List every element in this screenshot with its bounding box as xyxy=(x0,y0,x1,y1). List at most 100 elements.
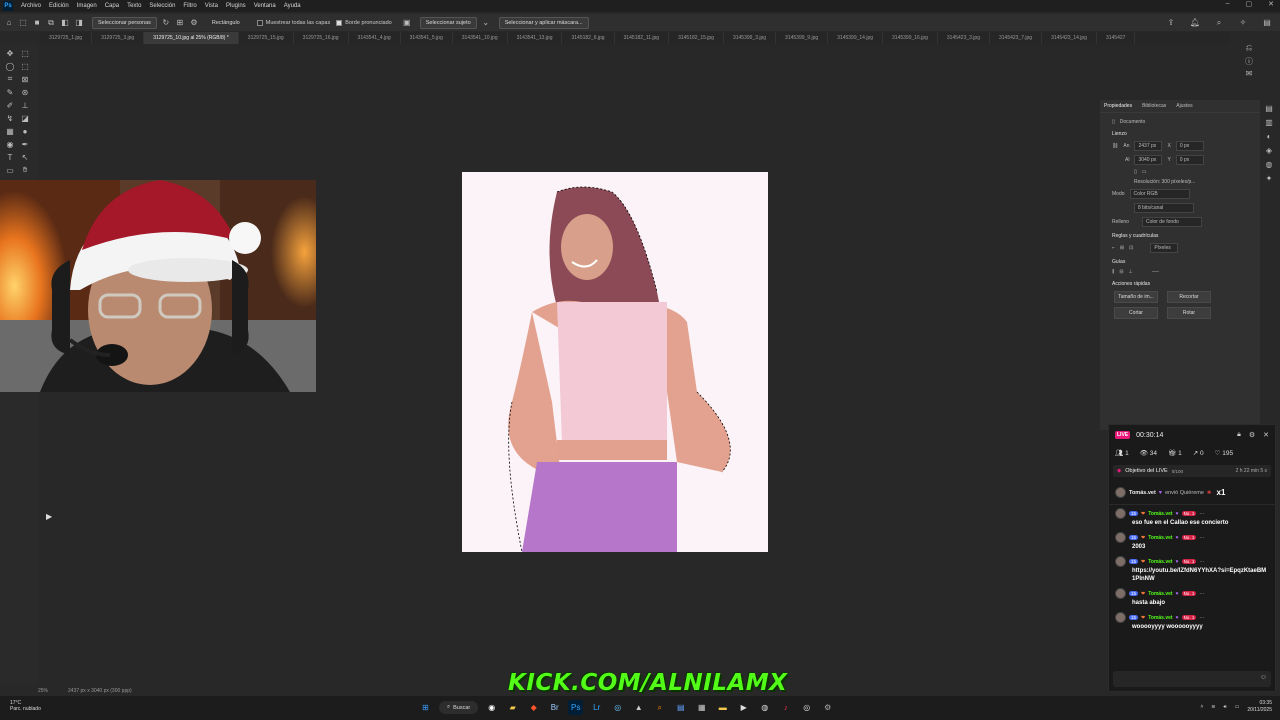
y-field[interactable]: 0 px xyxy=(1175,155,1204,165)
notes-app-icon[interactable]: ▤ xyxy=(673,700,688,715)
search-icon[interactable]: ⌕ xyxy=(1214,18,1224,27)
chat-username[interactable]: Tomás.vet xyxy=(1148,591,1172,597)
home-icon[interactable]: ⌂ xyxy=(4,18,14,27)
shape-tool-icon[interactable]: ▭ xyxy=(5,165,15,175)
settings-gear-icon[interactable]: ⚙ xyxy=(189,18,199,27)
path-selection-tool-icon[interactable]: ↖ xyxy=(20,152,30,162)
pen-tool-icon[interactable]: ✒ xyxy=(20,139,30,149)
gradient-tool-icon[interactable]: ▦ xyxy=(5,126,15,136)
adjustments-icon[interactable]: ◐ xyxy=(1264,132,1274,142)
lock-icon[interactable]: 🔒︎ xyxy=(1237,431,1241,439)
link-icon[interactable]: ⛓ xyxy=(1112,143,1118,149)
guide-icon[interactable]: ⫼ xyxy=(1112,269,1114,275)
doc-tab[interactable]: 3145423_3.jpg xyxy=(938,32,990,44)
x-field[interactable]: 0 px xyxy=(1175,141,1204,151)
artboard-tool-icon[interactable]: ⬚ xyxy=(20,48,30,58)
more-icon[interactable]: ⋯ xyxy=(1199,615,1204,621)
image-size-button[interactable]: Tamaño de im... xyxy=(1114,291,1158,303)
more-icon[interactable]: ⋯ xyxy=(1199,535,1204,541)
doc-tab[interactable]: 3145399_16.jpg xyxy=(883,32,938,44)
camera-app-icon[interactable]: ◉ xyxy=(484,700,499,715)
brave-browser-icon[interactable]: ◆ xyxy=(526,700,541,715)
intersect-selection-icon[interactable]: ◨ xyxy=(74,18,84,27)
eyedropper-tool-icon[interactable]: ✎ xyxy=(5,87,15,97)
eraser-tool-icon[interactable]: ◪ xyxy=(20,113,30,123)
mode-select[interactable]: Color RGB xyxy=(1129,189,1190,199)
units-select[interactable]: Píxeles xyxy=(1150,243,1179,253)
rulers-section-title[interactable]: Reglas y cuadrículas xyxy=(1100,229,1260,241)
doc-tab[interactable]: 3129725_16.jpg xyxy=(294,32,349,44)
lasso-tool-icon[interactable]: ◯ xyxy=(5,61,15,71)
doc-tab[interactable]: 3129725_3.jpg xyxy=(92,32,145,44)
type-tool-icon[interactable]: T xyxy=(5,152,15,162)
menu-filter[interactable]: Filtro xyxy=(179,3,200,9)
sample-all-layers-checkbox[interactable]: Muestrear todas las capas xyxy=(256,19,330,26)
more-icon[interactable]: ⋯ xyxy=(1199,591,1204,597)
ruler-icon[interactable]: ⌐ xyxy=(1112,245,1115,251)
bits-select[interactable]: 8 bits/canal xyxy=(1134,203,1194,213)
file-explorer-icon[interactable]: ▰ xyxy=(505,700,520,715)
height-field[interactable]: 3040 px xyxy=(1134,155,1163,165)
doc-tab[interactable]: 3145399_3.jpg xyxy=(724,32,777,44)
folder-app-icon[interactable]: ▬ xyxy=(715,700,730,715)
tab-adjustments[interactable]: Ajustes xyxy=(1176,103,1192,109)
rotate-button[interactable]: Rotar xyxy=(1167,307,1211,319)
windows-start-icon[interactable]: ⊞ xyxy=(418,700,433,715)
doc-tab[interactable]: 3145423_7.jpg xyxy=(990,32,1043,44)
emoji-icon[interactable]: ☺ xyxy=(1260,674,1267,681)
frame-tool-icon[interactable]: ⊠ xyxy=(20,74,30,84)
photoshop-app-icon[interactable]: Ps xyxy=(568,700,584,715)
obs-app-icon[interactable]: ◎ xyxy=(799,700,814,715)
guide-layout-icon[interactable]: ⊟ xyxy=(1119,269,1123,275)
width-field[interactable]: 2437 px xyxy=(1134,141,1163,151)
landscape-icon[interactable]: ▭ xyxy=(1142,169,1147,175)
doc-tab[interactable]: 3129725_1.jpg xyxy=(40,32,93,44)
menu-edit[interactable]: Edición xyxy=(45,3,73,9)
history-icon[interactable]: ⎌ xyxy=(1244,43,1254,53)
move-tool-icon[interactable]: ✥ xyxy=(5,48,15,58)
close-icon[interactable]: ✕ xyxy=(1263,431,1269,439)
menu-select[interactable]: Selección xyxy=(145,3,179,9)
battery-icon[interactable]: ▭ xyxy=(1235,704,1240,710)
settings-icon[interactable]: ⚙ xyxy=(1249,431,1255,439)
chat-input[interactable]: ☺ xyxy=(1113,671,1271,687)
weather-widget[interactable]: 17°C Parc. nublado xyxy=(10,700,41,712)
taskbar-search[interactable]: ⌕ Buscar xyxy=(439,701,479,714)
bridge-app-icon[interactable]: Br xyxy=(547,700,562,715)
steam-app-icon[interactable]: ◎ xyxy=(610,700,625,715)
doc-tab[interactable]: 3145423_14.jpg xyxy=(1042,32,1097,44)
menu-plugins[interactable]: Plugins xyxy=(222,3,250,9)
crop-tool-icon[interactable]: ⌗ xyxy=(5,74,15,84)
layers-icon[interactable]: ▣ xyxy=(402,18,412,27)
chat-username[interactable]: Tomás.vet xyxy=(1148,559,1172,565)
crop-button[interactable]: Recortar xyxy=(1167,291,1211,303)
fill-select[interactable]: Color de fondo xyxy=(1141,217,1202,227)
document-canvas[interactable] xyxy=(462,172,768,552)
doc-tab[interactable]: 3129725_15.jpg xyxy=(239,32,294,44)
more-icon[interactable]: ⋯ xyxy=(1199,511,1204,517)
doc-tab-active[interactable]: 3129725_10.jpg al 25% (RGB/8) * xyxy=(144,32,239,44)
subtract-selection-icon[interactable]: ◧ xyxy=(60,18,70,27)
minimize-button[interactable]: – xyxy=(1226,0,1230,8)
doc-tab[interactable]: 3145399_14.jpg xyxy=(828,32,884,44)
doc-tab[interactable]: 3145427 xyxy=(1097,32,1136,44)
doc-tab[interactable]: 3143541_13.jpg xyxy=(508,32,563,44)
spot-healing-tool-icon[interactable]: ⊛ xyxy=(20,87,30,97)
mode-dropdown[interactable]: Rectángulo xyxy=(207,18,245,28)
layers-panel-icon[interactable]: ◈ xyxy=(1264,146,1274,156)
paths-icon[interactable]: ✦ xyxy=(1264,174,1274,184)
menu-help[interactable]: Ayuda xyxy=(280,3,305,9)
canvas-section-title[interactable]: Lienzo xyxy=(1100,127,1260,139)
calculator-app-icon[interactable]: ▦ xyxy=(694,700,709,715)
chevron-down-icon[interactable]: ⌄ xyxy=(481,18,491,27)
select-people-dropdown[interactable]: Seleccionar personas xyxy=(92,16,157,29)
play-icon[interactable]: ▶ xyxy=(46,512,52,521)
menu-file[interactable]: Archivo xyxy=(17,3,45,9)
menu-image[interactable]: Imagen xyxy=(73,3,101,9)
vpn-app-icon[interactable]: ▲ xyxy=(631,700,646,715)
channels-icon[interactable]: ◍ xyxy=(1264,160,1274,170)
quick-actions-section-title[interactable]: Acciones rápidas xyxy=(1100,277,1260,289)
new-selection-icon[interactable]: ■ xyxy=(32,18,42,27)
doc-tab[interactable]: 3143541_4.jpg xyxy=(349,32,401,44)
doc-tab[interactable]: 3143541_10.jpg xyxy=(453,32,508,44)
